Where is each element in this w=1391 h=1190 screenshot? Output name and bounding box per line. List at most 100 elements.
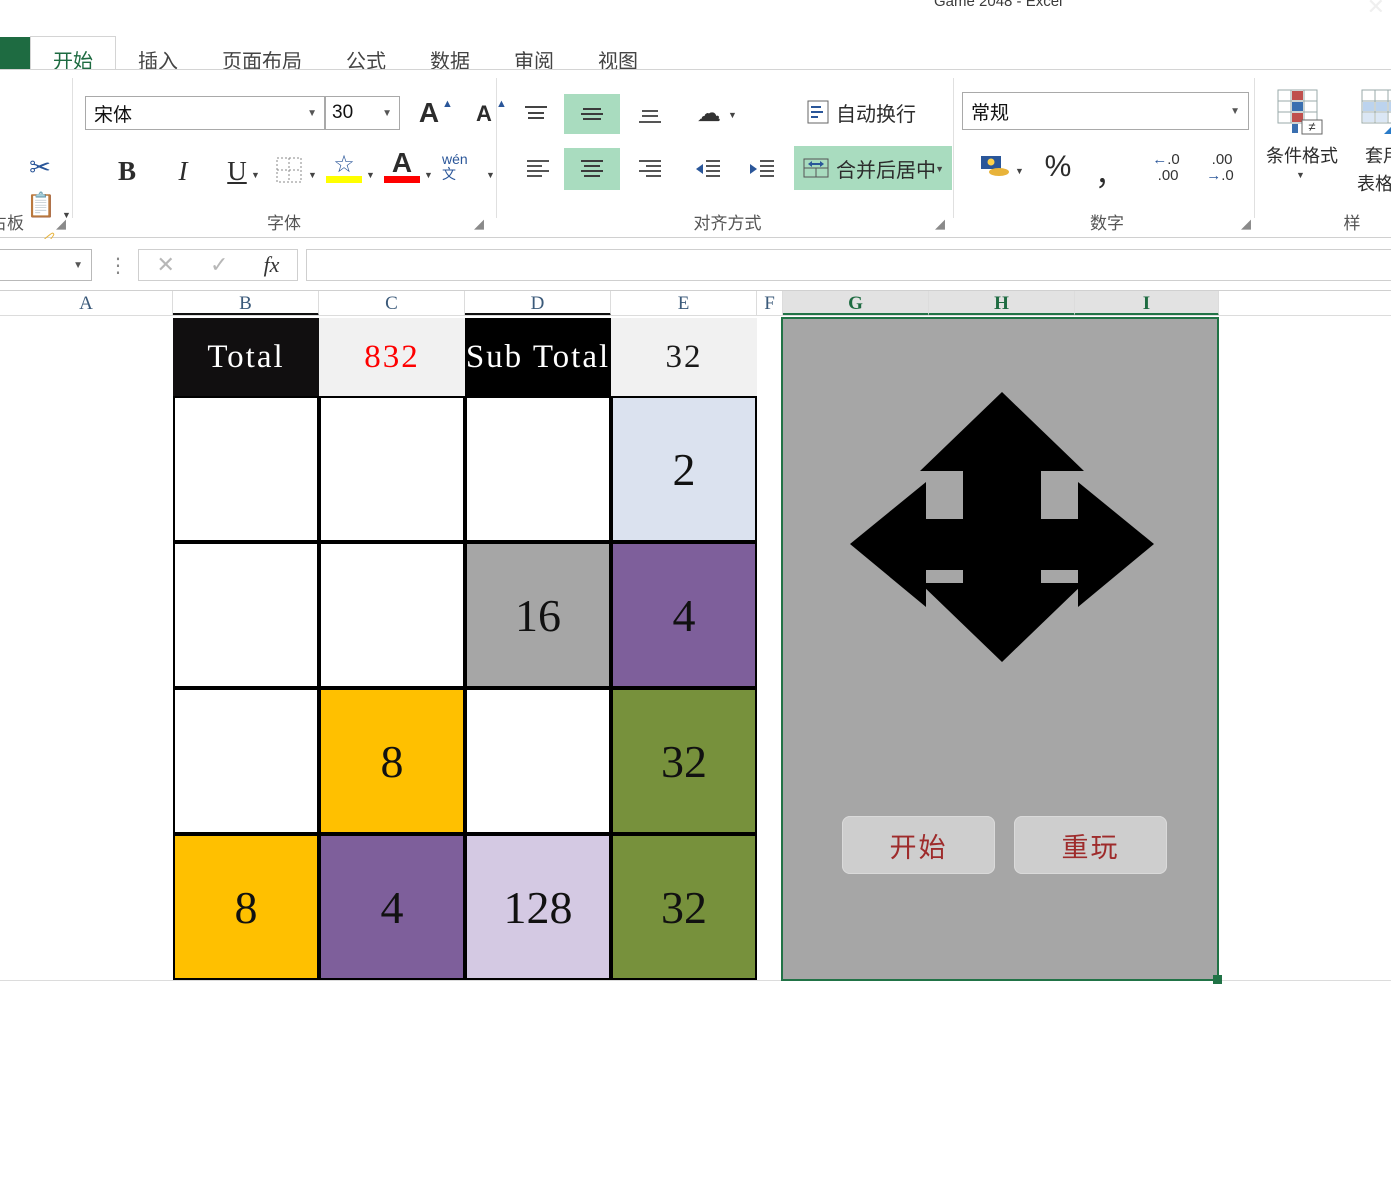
chevron-down-icon[interactable]: ▼ bbox=[73, 260, 83, 271]
orientation-icon[interactable]: ☁ bbox=[692, 96, 726, 130]
borders-dropdown-icon[interactable]: ▼ bbox=[308, 170, 317, 180]
column-header-c[interactable]: C bbox=[319, 291, 465, 316]
clipboard-dialog-launcher[interactable]: ◢ bbox=[56, 216, 66, 232]
align-left-icon[interactable] bbox=[520, 152, 556, 186]
comma-style-button[interactable]: ， bbox=[1093, 150, 1127, 194]
font-name-combo[interactable]: 宋体 ▼ bbox=[85, 96, 325, 130]
bold-button[interactable]: B bbox=[110, 154, 144, 188]
chevron-down-icon[interactable]: ▼ bbox=[307, 108, 317, 119]
total-value-cell[interactable]: 832 bbox=[319, 318, 465, 396]
board-cell[interactable]: 32 bbox=[611, 688, 757, 834]
fill-color-swatch[interactable] bbox=[326, 176, 362, 183]
italic-button[interactable]: I bbox=[166, 154, 200, 188]
align-right-icon[interactable] bbox=[632, 152, 668, 186]
format-as-table-label-1[interactable]: 套用 bbox=[1348, 142, 1391, 168]
column-header-j[interactable] bbox=[1219, 291, 1391, 316]
arrow-down-icon[interactable] bbox=[848, 364, 1156, 664]
column-header-d[interactable]: D bbox=[465, 291, 611, 316]
column-header-b[interactable]: B bbox=[173, 291, 319, 316]
board-cell[interactable] bbox=[173, 396, 319, 542]
sub-total-value-cell[interactable]: 32 bbox=[611, 318, 757, 396]
merge-center-label: 合并后居中 bbox=[836, 159, 936, 182]
increase-indent-icon[interactable] bbox=[744, 152, 780, 186]
board-cell[interactable]: 4 bbox=[319, 834, 465, 980]
board-cell[interactable] bbox=[319, 396, 465, 542]
board-cell[interactable]: 8 bbox=[173, 834, 319, 980]
column-header-f[interactable]: F bbox=[757, 291, 783, 316]
start-button[interactable]: 开始 bbox=[842, 816, 995, 874]
decrease-indent-icon[interactable] bbox=[690, 152, 726, 186]
insert-function-icon[interactable]: fx bbox=[264, 252, 280, 278]
fill-color-button[interactable]: ☆ bbox=[328, 150, 360, 178]
ribbon-group-alignment: ☁ ▼ 自动换行 合并后居中 ▼ 对齐方式 ◢ bbox=[500, 70, 955, 237]
column-header-g[interactable]: G bbox=[783, 291, 929, 316]
decrease-decimal-icon[interactable]: .00 →.0 bbox=[1197, 152, 1243, 184]
underline-button[interactable]: U bbox=[220, 154, 254, 188]
number-format-combo[interactable]: 常规 ▼ bbox=[962, 92, 1249, 130]
selection-fill-handle[interactable] bbox=[1213, 975, 1222, 984]
confirm-icon[interactable]: ✓ bbox=[210, 252, 228, 278]
conditional-formatting-dropdown-icon[interactable]: ▼ bbox=[1296, 170, 1305, 180]
align-bottom-icon[interactable] bbox=[632, 100, 668, 132]
column-header-e[interactable]: E bbox=[611, 291, 757, 316]
board-cell[interactable] bbox=[173, 542, 319, 688]
board-cell[interactable]: 8 bbox=[319, 688, 465, 834]
wrap-text-label[interactable]: 自动换行 bbox=[836, 98, 916, 127]
board-cell[interactable] bbox=[465, 688, 611, 834]
column-header-i[interactable]: I bbox=[1075, 291, 1219, 316]
cancel-icon[interactable]: ✕ bbox=[157, 252, 175, 278]
align-center-icon[interactable] bbox=[564, 148, 620, 190]
accounting-format-icon[interactable] bbox=[977, 152, 1013, 184]
formula-input[interactable] bbox=[306, 249, 1391, 281]
phonetic-guide-button[interactable]: wén 文 bbox=[442, 150, 482, 184]
fill-color-dropdown-icon[interactable]: ▼ bbox=[366, 170, 375, 180]
board-cell[interactable]: 2 bbox=[611, 396, 757, 542]
game-control-panel[interactable]: 开始 重玩 bbox=[781, 317, 1219, 981]
board-cell[interactable]: 32 bbox=[611, 834, 757, 980]
board-cell-value: 32 bbox=[661, 881, 707, 933]
wrap-text-icon[interactable] bbox=[802, 96, 834, 128]
align-middle-icon[interactable] bbox=[564, 94, 620, 134]
format-as-table-icon[interactable] bbox=[1358, 88, 1391, 136]
font-size-combo[interactable]: 30 ▼ bbox=[325, 96, 400, 130]
phonetic-dropdown-icon[interactable]: ▼ bbox=[486, 170, 495, 180]
merge-dropdown-icon[interactable]: ▼ bbox=[935, 164, 944, 174]
window-controls-icon[interactable]: ✕ bbox=[1367, 0, 1385, 12]
accounting-dropdown-icon[interactable]: ▼ bbox=[1015, 166, 1024, 176]
align-top-icon[interactable] bbox=[518, 98, 554, 130]
alignment-dialog-launcher[interactable]: ◢ bbox=[935, 216, 945, 232]
board-cell[interactable]: 128 bbox=[465, 834, 611, 980]
name-box[interactable]: ▼ bbox=[0, 249, 92, 281]
number-dialog-launcher[interactable]: ◢ bbox=[1241, 216, 1251, 232]
font-color-swatch[interactable] bbox=[384, 176, 420, 183]
total-label-cell[interactable]: Total bbox=[173, 318, 319, 396]
column-header-h[interactable]: H bbox=[929, 291, 1075, 316]
board-cell[interactable] bbox=[319, 542, 465, 688]
merge-and-center-button[interactable]: 合并后居中 ▼ bbox=[794, 146, 952, 190]
increase-decimal-icon[interactable]: ←.0 .00 bbox=[1143, 152, 1189, 184]
underline-dropdown-icon[interactable]: ▼ bbox=[251, 170, 260, 180]
board-cell[interactable]: 4 bbox=[611, 542, 757, 688]
conditional-formatting-label[interactable]: 条件格式 bbox=[1258, 142, 1346, 168]
board-cell[interactable] bbox=[173, 688, 319, 834]
replay-button[interactable]: 重玩 bbox=[1014, 816, 1167, 874]
scissors-icon[interactable]: ✂ bbox=[26, 154, 54, 182]
ribbon-group-font: 宋体 ▼ 30 ▼ A ▲ A ▲ B I U ▼ ▼ ☆ ▼ A ▼ wén … bbox=[74, 70, 507, 237]
percent-style-button[interactable]: % bbox=[1041, 150, 1075, 184]
conditional-formatting-icon[interactable]: ≠ bbox=[1274, 88, 1326, 136]
font-color-dropdown-icon[interactable]: ▼ bbox=[424, 170, 433, 180]
board-cell[interactable] bbox=[465, 396, 611, 542]
format-as-table-label-2[interactable]: 表格格 bbox=[1344, 170, 1391, 196]
column-header-a[interactable]: A bbox=[0, 291, 173, 316]
start-button-label: 开始 bbox=[889, 832, 948, 863]
font-dialog-launcher[interactable]: ◢ bbox=[474, 216, 484, 232]
chevron-down-icon[interactable]: ▼ bbox=[382, 108, 392, 119]
font-color-button[interactable]: A bbox=[386, 147, 418, 178]
board-cell[interactable]: 16 bbox=[465, 542, 611, 688]
font-size-value: 30 bbox=[332, 102, 354, 123]
formula-bar-grip[interactable]: ⋮ bbox=[108, 253, 128, 278]
sub-total-label-cell[interactable]: Sub Total bbox=[465, 318, 611, 396]
orientation-dropdown-icon[interactable]: ▼ bbox=[728, 110, 737, 120]
chevron-down-icon[interactable]: ▼ bbox=[1230, 106, 1240, 117]
borders-icon[interactable] bbox=[272, 154, 306, 186]
